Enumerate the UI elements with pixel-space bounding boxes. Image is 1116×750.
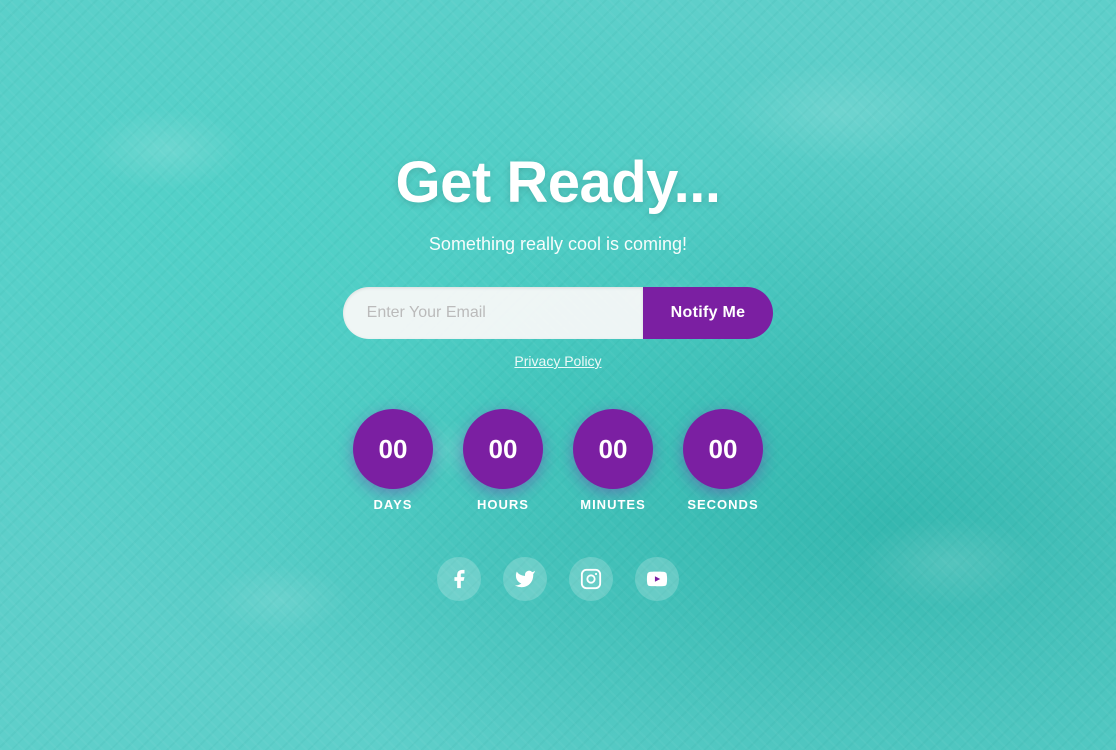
social-icons-bar: [437, 557, 679, 601]
countdown-timer: 00 DAYS 00 HOURS 00 MINUTES 00 SECONDS: [353, 409, 763, 512]
hours-circle: 00: [463, 409, 543, 489]
seconds-label: SECONDS: [687, 497, 758, 512]
main-container: Get Ready... Something really cool is co…: [343, 149, 774, 601]
days-label: DAYS: [374, 497, 413, 512]
page-title: Get Ready...: [396, 149, 721, 216]
days-circle: 00: [353, 409, 433, 489]
countdown-seconds: 00 SECONDS: [683, 409, 763, 512]
countdown-days: 00 DAYS: [353, 409, 433, 512]
countdown-hours: 00 HOURS: [463, 409, 543, 512]
privacy-policy-link[interactable]: Privacy Policy: [514, 353, 601, 369]
email-form: Notify Me: [343, 287, 774, 339]
hours-label: HOURS: [477, 497, 529, 512]
twitter-icon[interactable]: [503, 557, 547, 601]
facebook-icon[interactable]: [437, 557, 481, 601]
minutes-circle: 00: [573, 409, 653, 489]
countdown-minutes: 00 MINUTES: [573, 409, 653, 512]
youtube-icon[interactable]: [635, 557, 679, 601]
email-input[interactable]: [343, 287, 643, 339]
instagram-icon[interactable]: [569, 557, 613, 601]
notify-button[interactable]: Notify Me: [643, 287, 774, 339]
seconds-circle: 00: [683, 409, 763, 489]
minutes-label: MINUTES: [580, 497, 646, 512]
subtitle-text: Something really cool is coming!: [429, 234, 687, 255]
